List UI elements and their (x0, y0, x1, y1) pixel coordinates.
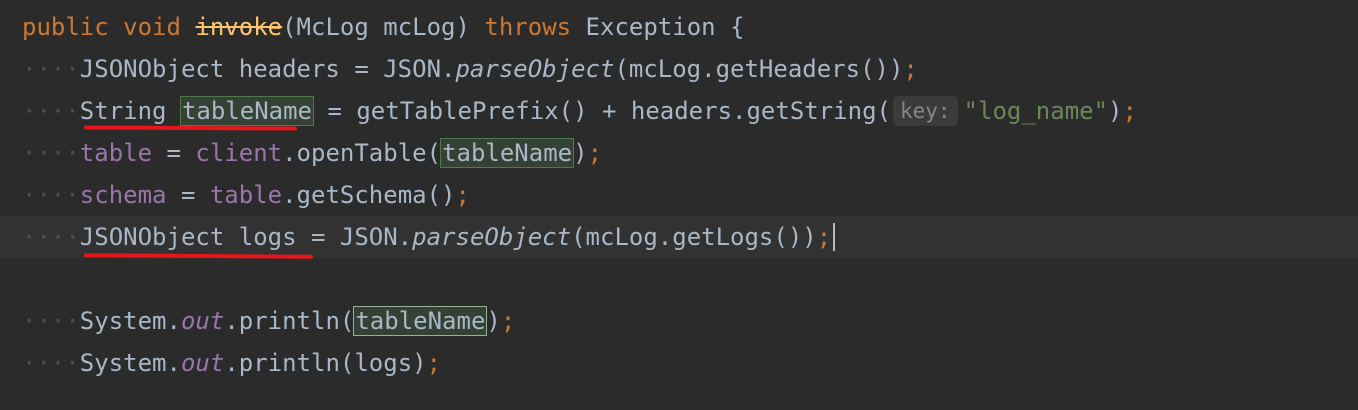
code-token: table (79, 139, 153, 167)
code-token: (mcLog.getLogs()) (571, 223, 817, 251)
code-line[interactable]: public void invoke(McLog mcLog) throws E… (0, 6, 1358, 48)
code-token: System. (79, 307, 181, 335)
code-token: parseObject (455, 55, 615, 83)
text-caret (833, 223, 836, 251)
code-token: ) (486, 307, 501, 335)
code-token: parseObject (412, 223, 572, 251)
code-token: Exception { (571, 13, 745, 41)
code-token: out (180, 307, 225, 335)
code-line[interactable] (0, 258, 1358, 300)
code-token: ; (587, 139, 603, 167)
code-line[interactable]: ····System.out.println(logs); (0, 342, 1358, 384)
code-line-content: ····System.out.println(logs); (22, 342, 441, 384)
indent-guide: ···· (22, 139, 80, 167)
code-token: JSONObject logs = JSON. (79, 223, 413, 251)
code-token: .openTable( (282, 139, 442, 167)
code-editor[interactable]: public void invoke(McLog mcLog) throws E… (0, 0, 1358, 410)
code-token: out (180, 349, 225, 377)
code-token: .getSchema() (282, 181, 456, 209)
code-token: ; (816, 223, 832, 251)
code-token: public (22, 13, 109, 41)
code-line-content: ····JSONObject logs = JSON.parseObject(m… (22, 216, 836, 258)
code-token: invoke (195, 13, 283, 41)
code-line[interactable]: ····JSONObject logs = JSON.parseObject(m… (0, 216, 1358, 258)
code-line[interactable]: ····System.out.println(tableName); (0, 300, 1358, 342)
code-token: = getTablePrefix() + headers.getString( (313, 97, 891, 125)
code-line[interactable]: ····JSONObject headers = JSON.parseObjec… (0, 48, 1358, 90)
code-token: "log_name" (963, 97, 1109, 125)
code-token: .println( (224, 307, 355, 335)
code-token: (McLog mcLog) (282, 13, 485, 41)
code-token: table (209, 181, 283, 209)
code-token: ; (500, 307, 516, 335)
code-token: void (123, 13, 181, 41)
code-token: tableName (353, 306, 488, 336)
indent-guide: ···· (22, 181, 80, 209)
code-token: (mcLog.getHeaders()) (614, 55, 904, 83)
code-token: ) (573, 139, 588, 167)
code-line[interactable]: ····table = client.openTable(tableName); (0, 132, 1358, 174)
code-token: tableName (179, 96, 315, 126)
code-token: ; (426, 349, 442, 377)
indent-guide: ···· (22, 97, 80, 125)
code-token: String (79, 97, 181, 125)
code-line-content: public void invoke(McLog mcLog) throws E… (22, 6, 745, 48)
code-token: client (195, 139, 283, 167)
code-token: = (152, 139, 196, 167)
code-token: ; (455, 181, 470, 209)
indent-guide: ···· (22, 349, 80, 377)
code-token: ; (1122, 97, 1137, 125)
code-token: ) (1108, 97, 1123, 125)
code-token: ; (903, 55, 918, 83)
code-line[interactable]: ····schema = table.getSchema(); (0, 174, 1358, 216)
code-token: JSONObject headers = JSON. (79, 55, 456, 83)
code-line-content: ····schema = table.getSchema(); (22, 174, 470, 216)
indent-guide: ···· (22, 307, 80, 335)
code-token: schema (79, 181, 167, 209)
code-line-content: ····JSONObject headers = JSON.parseObjec… (22, 48, 918, 90)
code-token: throws (484, 13, 572, 41)
code-line-content: ····System.out.println(tableName); (22, 300, 515, 342)
indent-guide: ···· (22, 55, 80, 83)
parameter-hint: key: (892, 96, 958, 126)
code-line-content: ····table = client.openTable(tableName); (22, 132, 602, 174)
code-token: .println(logs) (224, 349, 427, 377)
code-token: = (166, 181, 210, 209)
code-token: tableName (440, 138, 575, 168)
code-token: System. (79, 349, 181, 377)
indent-guide: ···· (22, 223, 80, 251)
